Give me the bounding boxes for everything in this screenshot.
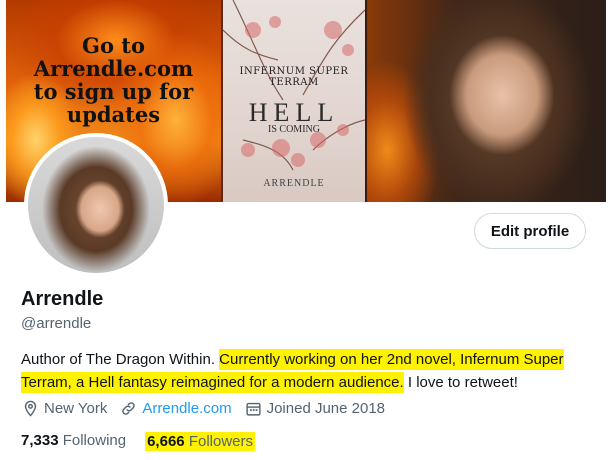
profile-stats: 7,333 Following 6,666 Followers <box>21 432 274 451</box>
banner-promo-text: Go to Arrendle.com to sign up for update… <box>33 33 194 127</box>
book-tagline: IS COMING <box>268 124 320 135</box>
website-link[interactable]: Arrendle.com <box>142 400 231 417</box>
link-icon <box>122 402 136 415</box>
book-series-title: INFERNUM SUPER TERRAM <box>239 66 349 88</box>
calendar-icon <box>245 402 261 416</box>
followers-label: Followers <box>188 433 253 450</box>
location-pin-icon <box>24 400 37 417</box>
profile-display-name: Arrendle <box>21 288 104 310</box>
bio-text-start: Author of The Dragon Within. <box>21 351 220 368</box>
bio-text-end: I love to retweet! <box>403 374 518 391</box>
profile-location: New York <box>22 400 107 417</box>
followers-link[interactable]: 6,666 Followers <box>145 432 255 451</box>
banner-portrait-photo <box>367 0 606 202</box>
banner-book-cover: INFERNUM SUPER TERRAM HELL IS COMING ARR… <box>221 0 367 202</box>
profile-website[interactable]: Arrendle.com <box>120 400 232 417</box>
following-count: 7,333 <box>21 432 59 449</box>
profile-handle: @arrendle <box>21 315 92 332</box>
book-author: ARRENDLE <box>263 178 325 189</box>
profile-meta: New York Arrendle.com Joined June 2018 <box>22 400 398 417</box>
profile-avatar[interactable] <box>24 133 168 277</box>
profile-bio: Author of The Dragon Within. Currently w… <box>21 348 591 394</box>
edit-profile-button[interactable]: Edit profile <box>474 213 586 249</box>
join-date-text: Joined June 2018 <box>266 400 386 417</box>
location-text: New York <box>44 400 108 417</box>
following-link[interactable]: 7,333 Following <box>21 432 126 451</box>
profile-join-date: Joined June 2018 <box>245 400 385 417</box>
followers-count: 6,666 <box>147 433 185 450</box>
following-label: Following <box>62 432 127 449</box>
profile-page: Go to Arrendle.com to sign up for update… <box>0 0 612 460</box>
